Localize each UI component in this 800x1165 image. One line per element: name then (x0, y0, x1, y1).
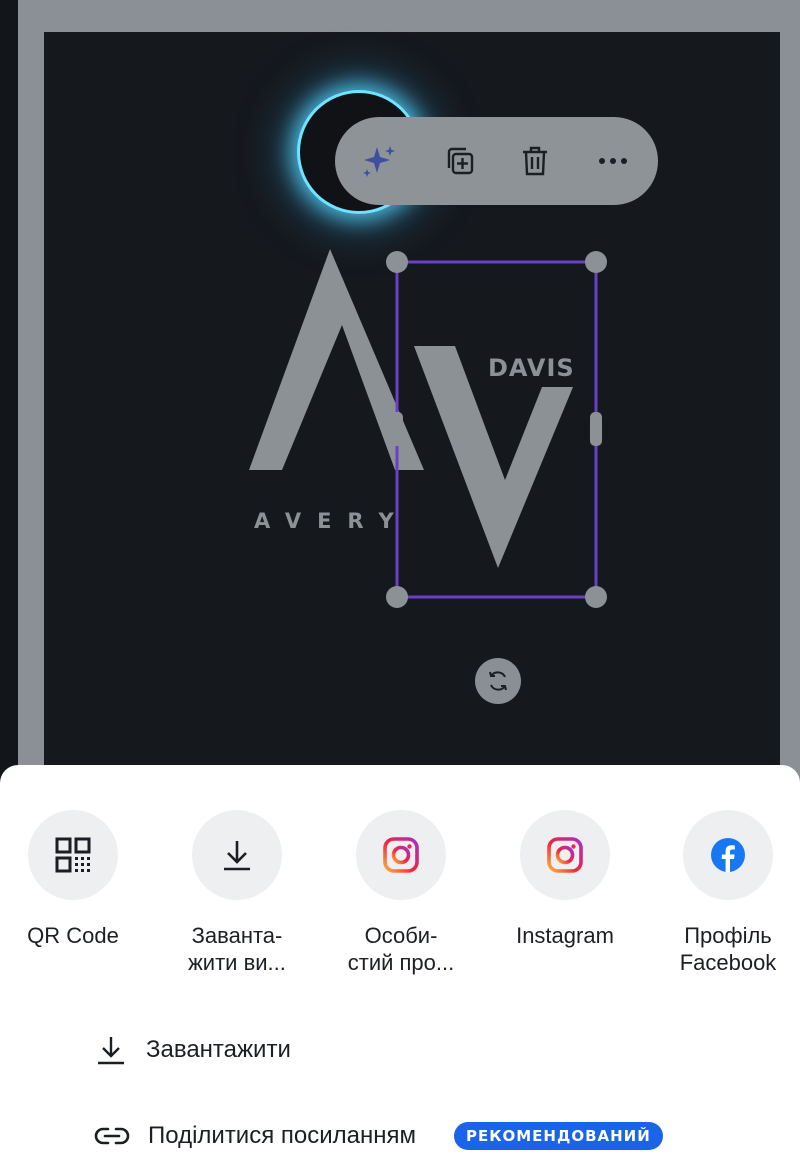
download-icon (98, 1037, 124, 1065)
share-sheet: QR Code Заванта- жити ви... Особи- стий … (0, 765, 800, 1165)
download-row[interactable]: Завантажити (94, 1033, 291, 1067)
download-icon (224, 841, 250, 871)
share-target-label: Заванта- жити ви... (188, 923, 286, 975)
instagram-icon (547, 837, 583, 873)
resize-handle-top-right[interactable] (585, 251, 607, 273)
share-link-row[interactable]: Поділитися посиланням РЕКОМЕНДОВАНИЙ (94, 1121, 663, 1151)
selection-box (386, 251, 607, 608)
resize-handle-bottom-left[interactable] (386, 586, 408, 608)
link-icon (94, 1127, 130, 1145)
instagram-icon (383, 837, 419, 873)
share-link-label: Поділитися посиланням (148, 1122, 416, 1149)
share-target-instagram[interactable]: Instagram (490, 810, 640, 949)
rotate-button[interactable] (475, 658, 521, 704)
share-target-facebook-profile[interactable]: Профіль Facebook (653, 810, 800, 976)
resize-handle-left[interactable] (391, 412, 403, 446)
share-target-label: Особи- стий про... (347, 923, 455, 975)
facebook-icon (711, 838, 745, 872)
share-target-qr-code[interactable]: QR Code (0, 810, 148, 949)
resize-handle-bottom-right[interactable] (585, 586, 607, 608)
resize-handle-top-left[interactable] (386, 251, 408, 273)
share-target-download-video[interactable]: Заванта- жити ви... (162, 810, 312, 976)
share-target-label: Instagram (516, 923, 614, 948)
rotate-icon (489, 671, 507, 691)
share-target-instagram-personal[interactable]: Особи- стий про... (326, 810, 476, 976)
qr-code-icon (55, 837, 91, 873)
resize-handle-right[interactable] (590, 412, 602, 446)
recommended-badge: РЕКОМЕНДОВАНИЙ (453, 1122, 663, 1150)
share-target-label: Профіль Facebook (679, 923, 777, 975)
share-target-label: QR Code (27, 923, 119, 948)
download-label: Завантажити (146, 1036, 291, 1063)
